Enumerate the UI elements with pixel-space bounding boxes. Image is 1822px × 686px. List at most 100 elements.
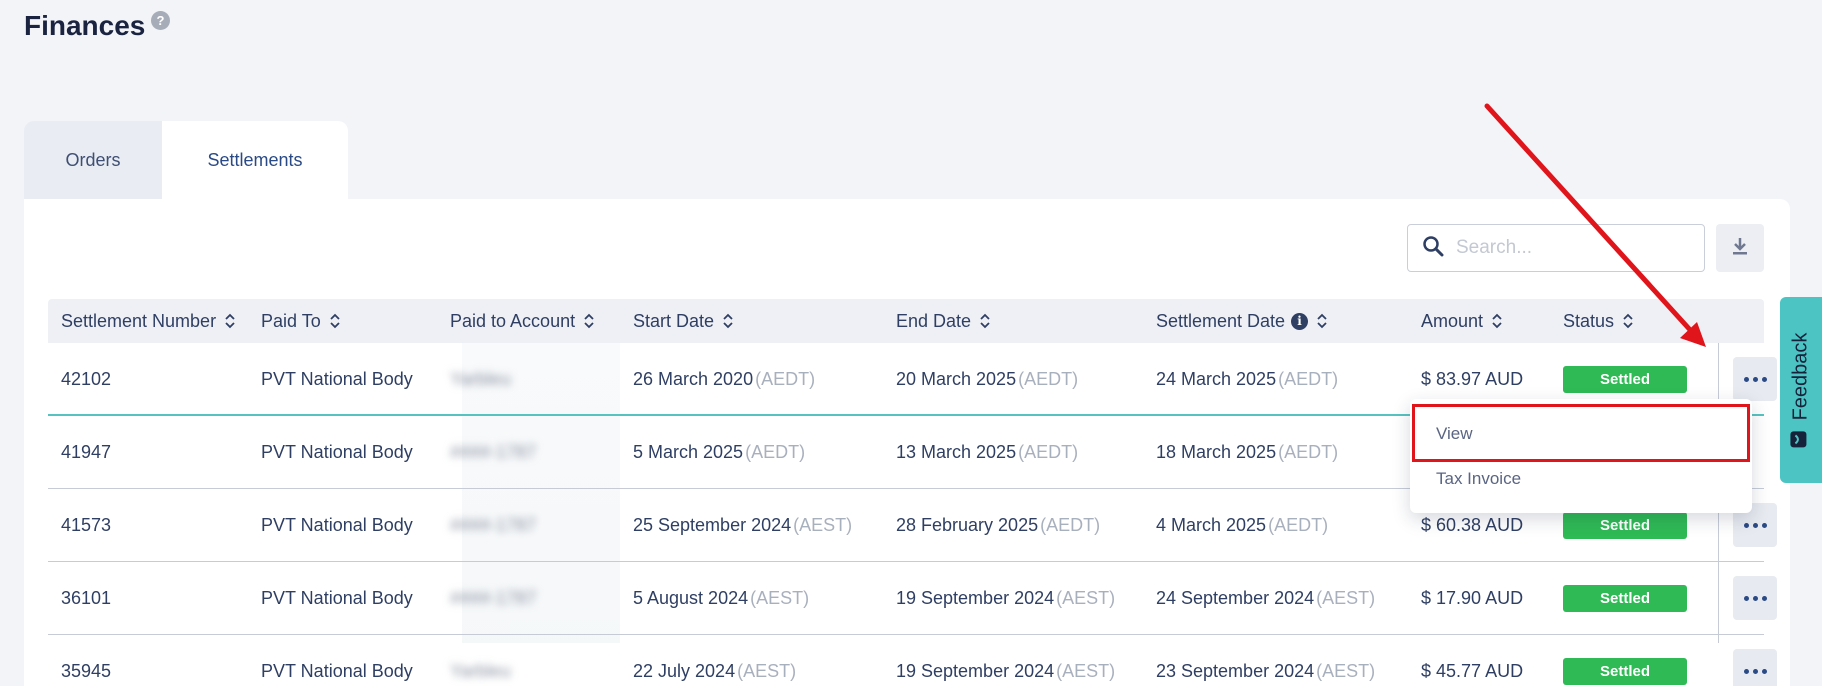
- tab-settlements[interactable]: Settlements: [162, 121, 348, 199]
- start-date: 5 March 2025 (AEDT): [633, 416, 805, 488]
- more-actions-button[interactable]: [1733, 357, 1777, 401]
- column-paid-to-account[interactable]: Paid to Account: [450, 299, 595, 343]
- help-icon[interactable]: ?: [151, 11, 170, 30]
- sort-icon[interactable]: [979, 312, 991, 330]
- tab-bar: Orders Settlements: [24, 121, 348, 199]
- download-button[interactable]: [1716, 224, 1764, 272]
- date-value: 13 March 2025: [896, 441, 1017, 462]
- timezone: (AEST): [1056, 660, 1116, 681]
- column-label: Paid To: [261, 310, 321, 331]
- end-date: 19 September 2024 (AEST): [896, 562, 1115, 634]
- column-amount[interactable]: Amount: [1421, 299, 1503, 343]
- column-label: Settlement Number: [61, 310, 217, 331]
- column-start-date[interactable]: Start Date: [633, 299, 734, 343]
- date-value: 4 March 2025: [1156, 514, 1267, 535]
- end-date: 20 March 2025 (AEDT): [896, 343, 1078, 415]
- sort-icon[interactable]: [1491, 312, 1503, 330]
- sort-icon[interactable]: [224, 312, 236, 330]
- row-actions-menu: View Tax Invoice: [1410, 399, 1752, 513]
- date-value: 22 July 2024: [633, 660, 736, 681]
- paid-to-account: ####-1787: [450, 514, 537, 535]
- search-box[interactable]: [1407, 224, 1705, 272]
- search-input[interactable]: [1456, 237, 1686, 259]
- date-value: 20 March 2025: [896, 368, 1017, 389]
- more-actions-button[interactable]: [1733, 576, 1777, 620]
- date-value: 24 September 2024: [1156, 587, 1315, 608]
- end-date: 13 March 2025 (AEDT): [896, 416, 1078, 488]
- end-date: 28 February 2025 (AEDT): [896, 489, 1100, 561]
- status-cell: Settled: [1563, 635, 1687, 686]
- row-actions: [1733, 635, 1777, 686]
- sort-icon[interactable]: [722, 312, 734, 330]
- settlement-date: 23 September 2024 (AEST): [1156, 635, 1375, 686]
- column-label: Start Date: [633, 310, 715, 331]
- start-date: 22 July 2024 (AEST): [633, 635, 796, 686]
- timezone: (AEDT): [745, 441, 806, 462]
- timezone: (AEST): [1056, 587, 1116, 608]
- date-value: 24 March 2025: [1156, 368, 1277, 389]
- timezone: (AEDT): [1278, 441, 1339, 462]
- status-cell: Settled: [1563, 562, 1687, 634]
- status-badge: Settled: [1563, 511, 1687, 539]
- column-settlement-date[interactable]: Settlement Date i: [1156, 299, 1328, 343]
- menu-item-view[interactable]: View: [1436, 424, 1473, 444]
- end-date: 19 September 2024 (AEST): [896, 635, 1115, 686]
- start-date: 26 March 2020 (AEDT): [633, 343, 815, 415]
- timezone: (AEST): [750, 587, 810, 608]
- paid-to: PVT National Body: [261, 587, 413, 608]
- sort-icon[interactable]: [1622, 312, 1634, 330]
- date-value: 25 September 2024: [633, 514, 792, 535]
- table-header: Settlement Number Paid To Paid to Accoun…: [48, 299, 1764, 343]
- column-label: Amount: [1421, 310, 1484, 331]
- table-row[interactable]: 36101 PVT National Body ####-1787 5 Augu…: [48, 562, 1777, 635]
- settlement-date: 24 March 2025 (AEDT): [1156, 343, 1338, 415]
- paid-to: PVT National Body: [261, 441, 413, 462]
- tab-orders[interactable]: Orders: [24, 121, 162, 199]
- settlement-number: 36101: [61, 587, 112, 608]
- column-label: End Date: [896, 310, 972, 331]
- timezone: (AEDT): [1018, 368, 1079, 389]
- sort-icon[interactable]: [329, 312, 341, 330]
- status-badge: Settled: [1563, 365, 1687, 393]
- timezone: (AEST): [1316, 587, 1376, 608]
- table-row[interactable]: 35945 PVT National Body Yarbleu 22 July …: [48, 635, 1777, 686]
- timezone: (AEST): [793, 514, 853, 535]
- date-value: 19 September 2024: [896, 660, 1055, 681]
- row-actions: [1733, 562, 1777, 634]
- timezone: (AEDT): [1278, 368, 1339, 389]
- paid-to-account: Yarbleu: [450, 368, 511, 389]
- column-label: Paid to Account: [450, 310, 576, 331]
- column-settlement-number[interactable]: Settlement Number: [61, 299, 236, 343]
- feedback-tab[interactable]: Feedback: [1780, 297, 1822, 483]
- settlement-date: 18 March 2025 (AEDT): [1156, 416, 1338, 488]
- paid-to: PVT National Body: [261, 514, 413, 535]
- settlement-number: 35945: [61, 660, 112, 681]
- sort-icon[interactable]: [1316, 312, 1328, 330]
- date-value: 5 March 2025: [633, 441, 744, 462]
- start-date: 25 September 2024 (AEST): [633, 489, 852, 561]
- more-actions-button[interactable]: [1733, 649, 1777, 686]
- paid-to-account: Yarbleu: [450, 660, 511, 681]
- menu-item-tax-invoice[interactable]: Tax Invoice: [1436, 469, 1521, 489]
- amount: $ 45.77 AUD: [1421, 660, 1524, 681]
- date-value: 18 March 2025: [1156, 441, 1277, 462]
- settlement-number: 42102: [61, 368, 112, 389]
- column-end-date[interactable]: End Date: [896, 299, 991, 343]
- column-label: Status: [1563, 310, 1615, 331]
- sort-icon[interactable]: [583, 312, 595, 330]
- status-badge: Settled: [1563, 657, 1687, 685]
- settlement-number: 41947: [61, 441, 112, 462]
- date-value: 23 September 2024: [1156, 660, 1315, 681]
- download-icon: [1730, 236, 1750, 261]
- info-icon[interactable]: i: [1291, 312, 1309, 330]
- amount: $ 17.90 AUD: [1421, 587, 1524, 608]
- date-value: 5 August 2024: [633, 587, 749, 608]
- column-paid-to[interactable]: Paid To: [261, 299, 341, 343]
- date-value: 19 September 2024: [896, 587, 1055, 608]
- column-status[interactable]: Status: [1563, 299, 1634, 343]
- column-label: Settlement Date: [1156, 310, 1286, 331]
- settlement-date: 4 March 2025 (AEDT): [1156, 489, 1328, 561]
- paid-to: PVT National Body: [261, 368, 413, 389]
- timezone: (AEST): [737, 660, 797, 681]
- feedback-label: Feedback: [1789, 332, 1812, 420]
